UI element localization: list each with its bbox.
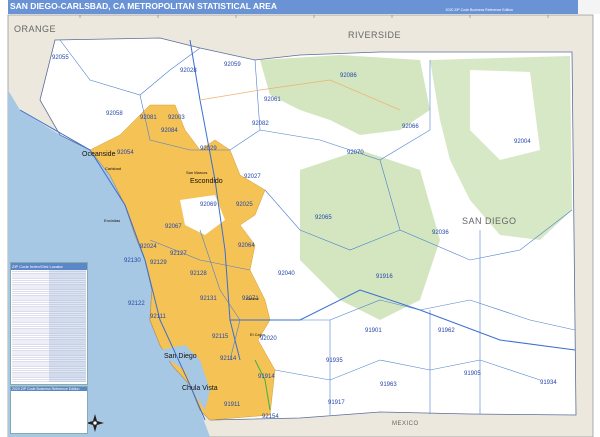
zip-label: 92154 <box>262 414 279 420</box>
legend-title: ZIP Code Index/Grid Locator <box>11 263 87 270</box>
zip-label: 92082 <box>252 121 269 127</box>
zip-label: 91962 <box>438 328 455 334</box>
zip-label: 92069 <box>200 202 217 208</box>
zip-label: 91963 <box>380 382 397 388</box>
city-label: El Cajon <box>250 332 265 337</box>
region-label: MEXICO <box>392 421 419 427</box>
zip-label: 91935 <box>326 358 343 364</box>
region-label: ORANGE <box>14 24 56 34</box>
region-label: RIVERSIDE <box>348 30 401 40</box>
zip-label: 92040 <box>278 271 295 277</box>
zip-label: 92066 <box>402 124 419 130</box>
zip-label: 92024 <box>140 244 157 250</box>
zip-label: 92067 <box>165 224 182 230</box>
zip-label: 92084 <box>161 128 178 134</box>
zip-label: 92004 <box>514 139 531 145</box>
zip-label: 92130 <box>124 258 141 264</box>
city-label: Encinitas <box>104 218 120 223</box>
city-label: San Marcos <box>186 170 207 175</box>
zip-label: 91934 <box>540 380 557 386</box>
zip-label: 91901 <box>365 328 382 334</box>
map-legend: 2020 ZIP Code Business Reference Edition <box>10 386 88 434</box>
city-label: Santee <box>246 296 259 301</box>
zip-label: 92054 <box>117 150 134 156</box>
zip-label: 92122 <box>128 301 145 307</box>
zip-label: 92111 <box>150 314 166 320</box>
city-label: Oceanside <box>82 151 116 158</box>
zip-label: 91916 <box>376 274 393 280</box>
zip-label: 92036 <box>432 230 449 236</box>
zip-label: 92055 <box>52 55 69 61</box>
zip-label: 92029 <box>200 146 217 152</box>
zip-label: 92127 <box>170 251 187 257</box>
map-canvas[interactable]: ORANGE RIVERSIDE SAN DIEGO MEXICO 92055 9… <box>0 0 600 437</box>
legend-title: 2020 ZIP Code Business Reference Edition <box>11 387 87 391</box>
zip-label: 91914 <box>258 374 275 380</box>
zip-label: 92115 <box>212 334 229 340</box>
zip-label: 92064 <box>238 243 255 249</box>
zip-label: 92128 <box>190 271 207 277</box>
city-label: Escondido <box>190 178 223 185</box>
zip-label: 92027 <box>244 174 261 180</box>
zip-label: 92131 <box>200 296 217 302</box>
zip-label: 91905 <box>464 371 481 377</box>
zip-label: 92003 <box>168 115 185 121</box>
index-column <box>12 270 49 382</box>
city-label: Chula Vista <box>182 385 218 392</box>
index-column <box>49 270 86 382</box>
zip-label: 91917 <box>328 400 345 406</box>
zip-label: 92086 <box>340 73 357 79</box>
zip-label: 92028 <box>180 68 197 74</box>
zip-label: 92129 <box>150 260 167 266</box>
region-label: SAN DIEGO <box>462 216 517 226</box>
zip-label: 92081 <box>140 115 157 121</box>
zip-label: 92070 <box>347 150 364 156</box>
city-label: Carlsbad <box>105 166 121 171</box>
zip-label: 92059 <box>224 62 241 68</box>
zip-label: 92114 <box>220 356 237 362</box>
zip-label: 92061 <box>264 97 281 103</box>
zip-label: 91911 <box>224 402 241 408</box>
zip-label: 92025 <box>236 202 253 208</box>
city-label: San Diego <box>164 353 197 360</box>
zip-label: 92065 <box>315 215 332 221</box>
zip-index-legend: ZIP Code Index/Grid Locator <box>10 262 88 385</box>
zip-label: 92058 <box>106 111 123 117</box>
